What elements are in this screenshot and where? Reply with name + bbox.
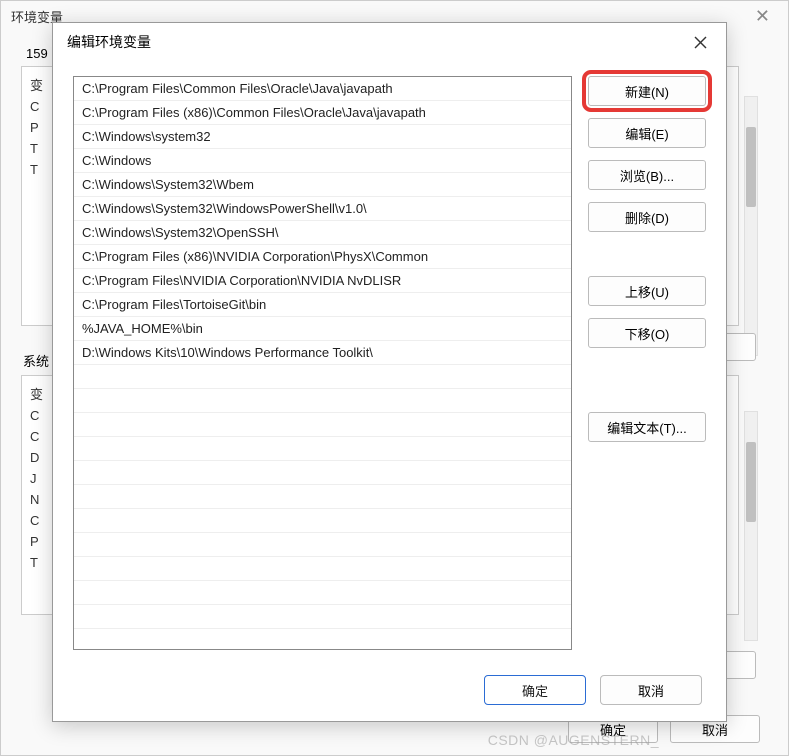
path-empty-row	[74, 437, 571, 461]
path-empty-row	[74, 533, 571, 557]
path-item[interactable]: C:\Program Files (x86)\Common Files\Orac…	[74, 101, 571, 125]
parent-scrollbar-user[interactable]	[744, 96, 758, 356]
cancel-button[interactable]: 取消	[600, 675, 702, 705]
path-item[interactable]: C:\Windows	[74, 149, 571, 173]
path-listbox[interactable]: C:\Program Files\Common Files\Oracle\Jav…	[73, 76, 572, 650]
ok-button[interactable]: 确定	[484, 675, 586, 705]
path-empty-row	[74, 365, 571, 389]
new-button[interactable]: 新建(N)	[588, 76, 706, 106]
scrollbar-thumb[interactable]	[746, 127, 756, 207]
path-item[interactable]: C:\Windows\system32	[74, 125, 571, 149]
edit-footer-buttons: 确定 取消	[484, 675, 702, 705]
parent-scrollbar-system[interactable]	[744, 411, 758, 641]
delete-button[interactable]: 删除(D)	[588, 202, 706, 232]
edit-env-var-dialog: 编辑环境变量 C:\Program Files\Common Files\Ora…	[52, 22, 727, 722]
path-empty-row	[74, 461, 571, 485]
parent-close-icon[interactable]: ✕	[747, 6, 778, 27]
path-item[interactable]: C:\Program Files\TortoiseGit\bin	[74, 293, 571, 317]
edit-text-button[interactable]: 编辑文本(T)...	[588, 412, 706, 442]
path-item[interactable]: C:\Windows\System32\OpenSSH\	[74, 221, 571, 245]
path-item[interactable]: C:\Program Files\NVIDIA Corporation\NVID…	[74, 269, 571, 293]
path-item[interactable]: C:\Program Files (x86)\NVIDIA Corporatio…	[74, 245, 571, 269]
close-icon	[694, 36, 707, 49]
path-empty-row	[74, 485, 571, 509]
path-item[interactable]: D:\Windows Kits\10\Windows Performance T…	[74, 341, 571, 365]
path-item[interactable]: C:\Program Files\Common Files\Oracle\Jav…	[74, 77, 571, 101]
path-item[interactable]: C:\Windows\System32\WindowsPowerShell\v1…	[74, 197, 571, 221]
scrollbar-thumb[interactable]	[746, 442, 756, 522]
move-down-button[interactable]: 下移(O)	[588, 318, 706, 348]
path-empty-row	[74, 389, 571, 413]
path-item[interactable]: C:\Windows\System32\Wbem	[74, 173, 571, 197]
browse-button[interactable]: 浏览(B)...	[588, 160, 706, 190]
side-buttons-column: 新建(N) 编辑(E) 浏览(B)... 删除(D) 上移(U) 下移(O) 编…	[588, 76, 706, 650]
move-up-button[interactable]: 上移(U)	[588, 276, 706, 306]
path-item[interactable]: %JAVA_HOME%\bin	[74, 317, 571, 341]
path-empty-row	[74, 557, 571, 581]
close-button[interactable]	[682, 27, 718, 57]
edit-button[interactable]: 编辑(E)	[588, 118, 706, 148]
path-empty-row	[74, 509, 571, 533]
path-empty-row	[74, 581, 571, 605]
path-empty-row	[74, 605, 571, 629]
edit-titlebar: 编辑环境变量	[53, 23, 726, 61]
path-empty-row	[74, 413, 571, 437]
edit-dialog-title: 编辑环境变量	[67, 32, 151, 52]
